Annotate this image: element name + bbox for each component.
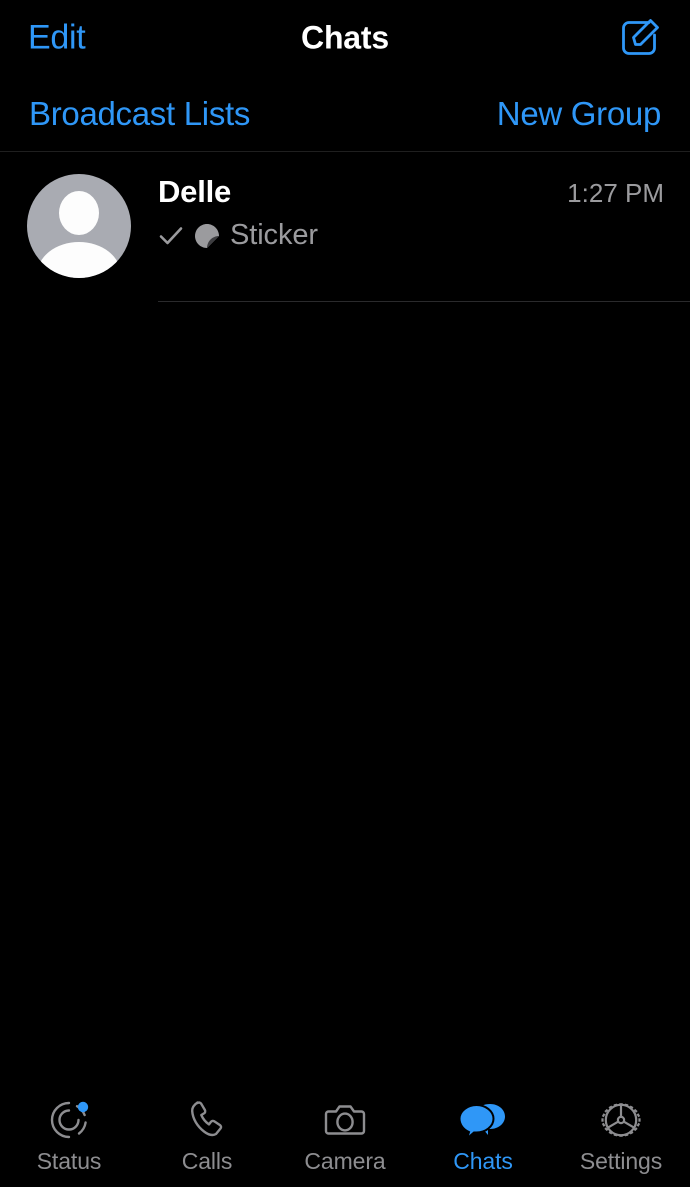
avatar-body-shape xyxy=(37,242,121,278)
tab-bar: Status Calls Camera Chats Settings xyxy=(0,1085,690,1187)
page-title: Chats xyxy=(301,19,389,56)
phone-icon xyxy=(191,1101,223,1137)
tab-label-settings: Settings xyxy=(579,1148,663,1174)
message-timestamp: 1:27 PM xyxy=(567,178,664,208)
tab-settings[interactable]: Settings xyxy=(552,1085,690,1187)
gear-icon xyxy=(601,1103,641,1137)
tab-label-status: Status xyxy=(36,1148,102,1174)
calls-icon-wrap xyxy=(184,1097,230,1143)
table-row[interactable]: Delle 1:27 PM Sticker xyxy=(0,152,690,302)
settings-icon-wrap xyxy=(598,1097,644,1143)
chat-list: Delle 1:27 PM Sticker xyxy=(0,152,690,1085)
check-icon xyxy=(159,226,183,244)
status-icon-wrap xyxy=(46,1097,92,1143)
tab-status[interactable]: Status xyxy=(0,1085,138,1187)
compose-icon xyxy=(622,19,659,55)
chats-icon-wrap xyxy=(458,1097,508,1143)
camera-icon xyxy=(324,1105,366,1135)
contact-name: Delle xyxy=(158,174,232,209)
tab-label-chats: Chats xyxy=(453,1148,513,1174)
tab-label-calls: Calls xyxy=(181,1148,233,1174)
chat-actions-bar: Broadcast Lists New Group xyxy=(0,76,690,152)
avatar-head-shape xyxy=(59,191,99,235)
tab-camera[interactable]: Camera xyxy=(276,1085,414,1187)
avatar-container xyxy=(0,174,158,278)
chat-row-preview: Sticker xyxy=(158,219,664,252)
message-preview: Sticker xyxy=(230,219,318,251)
sticker-icon xyxy=(195,223,219,248)
broadcast-lists-button[interactable]: Broadcast Lists xyxy=(29,95,250,133)
row-separator xyxy=(158,301,690,302)
tab-chats[interactable]: Chats xyxy=(414,1085,552,1187)
navigation-bar: Edit Chats xyxy=(0,0,690,76)
chat-bubbles-icon xyxy=(458,1103,505,1142)
status-ring-icon xyxy=(50,1101,89,1139)
chat-row-header: Delle 1:27 PM xyxy=(158,174,664,210)
whatsapp-chats-screen: Edit Chats Broadcast Lists New Group Del… xyxy=(0,0,690,1187)
chat-row-content: Delle 1:27 PM Sticker xyxy=(158,174,690,252)
tab-label-camera: Camera xyxy=(304,1148,386,1174)
tab-calls[interactable]: Calls xyxy=(138,1085,276,1187)
camera-icon-wrap xyxy=(322,1097,368,1143)
status-badge xyxy=(77,1101,89,1113)
avatar[interactable] xyxy=(27,174,131,278)
compose-button[interactable] xyxy=(618,17,660,59)
new-group-button[interactable]: New Group xyxy=(497,95,662,133)
